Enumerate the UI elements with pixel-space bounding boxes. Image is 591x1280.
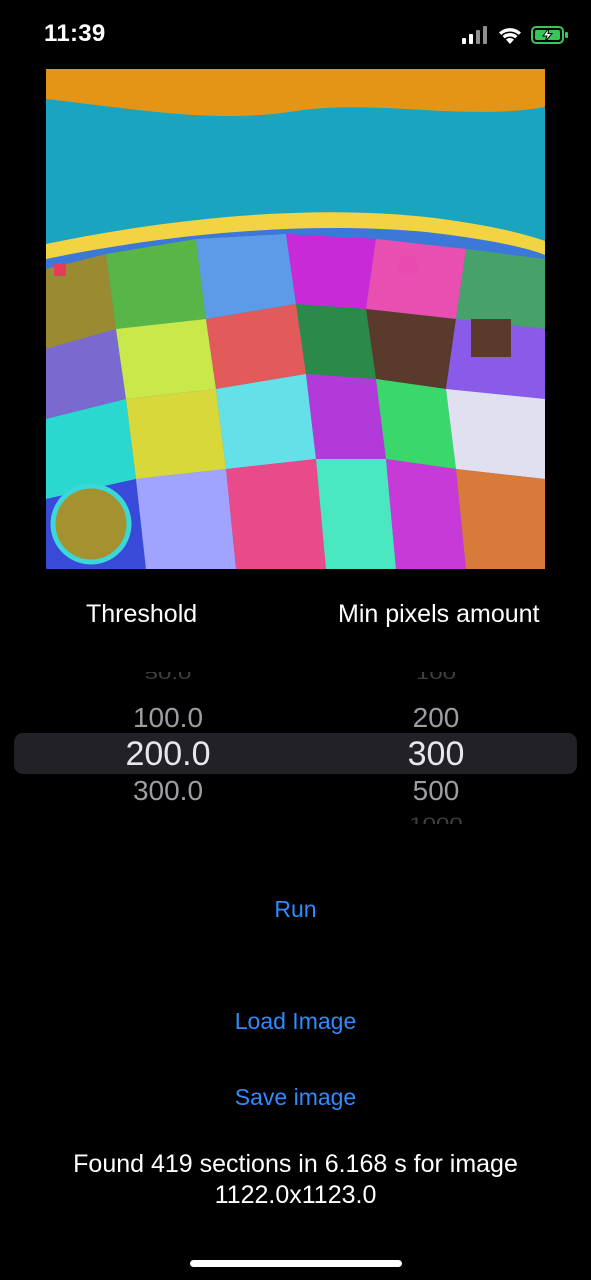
threshold-option-above[interactable]: 50.0: [68, 672, 268, 684]
threshold-option-next[interactable]: 300.0: [68, 775, 268, 807]
threshold-picker[interactable]: 50.0 100.0 200.0 300.0: [68, 672, 268, 824]
threshold-option-selected[interactable]: 200.0: [68, 735, 268, 774]
threshold-label: Threshold: [86, 600, 198, 628]
min-pixels-label: Min pixels amount: [338, 600, 540, 628]
home-indicator[interactable]: [190, 1260, 402, 1267]
min-pixels-option-next[interactable]: 500: [336, 775, 536, 807]
min-pixels-option-selected[interactable]: 300: [336, 735, 536, 774]
min-pixels-option-below[interactable]: 1000: [336, 814, 536, 824]
load-image-button[interactable]: Load Image: [0, 1008, 591, 1035]
picker-wheels[interactable]: 50.0 100.0 200.0 300.0 100 200 300 500 1…: [0, 672, 591, 824]
min-pixels-picker[interactable]: 100 200 300 500 1000: [336, 672, 536, 824]
battery-charging-icon: [531, 26, 568, 44]
status-bar: 11:39: [0, 0, 591, 70]
save-image-button[interactable]: Save image: [0, 1084, 591, 1111]
min-pixels-option-above[interactable]: 100: [336, 672, 536, 684]
result-text: Found 419 sections in 6.168 s for image …: [0, 1149, 591, 1211]
result-line-2: 1122.0x1123.0: [214, 1181, 377, 1209]
signal-icon: [462, 26, 487, 44]
run-button[interactable]: Run: [0, 896, 591, 923]
wifi-icon: [499, 28, 521, 44]
result-line-1: Found 419 sections in 6.168 s for image: [73, 1150, 518, 1178]
threshold-option-previous[interactable]: 100.0: [68, 702, 268, 734]
status-time: 11:39: [44, 20, 106, 47]
min-pixels-option-previous[interactable]: 200: [336, 702, 536, 734]
status-icons: [461, 24, 569, 46]
segmented-image: [46, 69, 545, 569]
